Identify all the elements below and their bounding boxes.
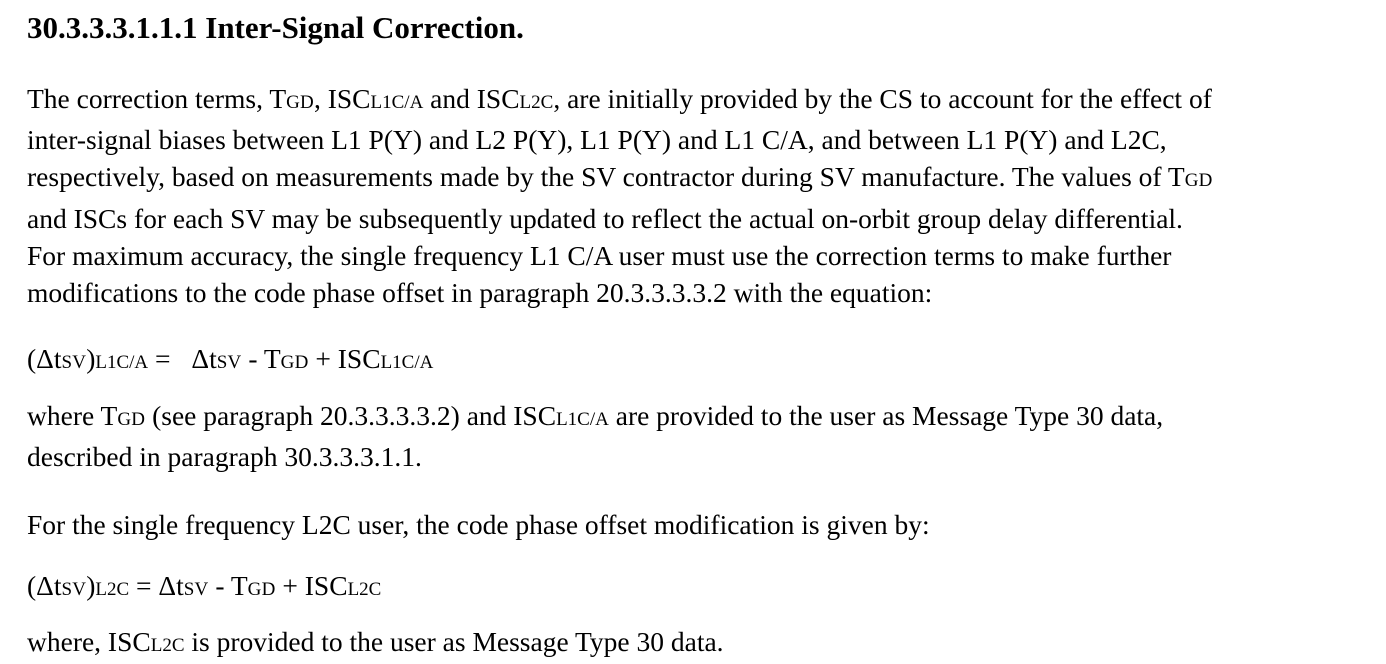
paragraph-where-isc-l2c: where, ISCL2C is provided to the user as… [27,623,1347,664]
paragraph-correction-terms: The correction terms, TGD, ISCL1C/A and … [27,80,1347,311]
paragraph-line: where TGD (see paragraph 20.3.3.3.3.2) a… [27,400,1164,431]
paragraph-line: where, ISCL2C is provided to the user as… [27,626,724,657]
paragraph-l2c-user: For the single frequency L2C user, the c… [27,506,1347,543]
paragraph-line: respectively, based on measurements made… [27,161,1213,193]
equation-l1ca: (ΔtSV)L1C/A = ΔtSV - TGD + ISCL1C/A [27,343,434,374]
paragraph-line: and ISCs for each SV may be subsequently… [27,202,1183,234]
paragraph-line: For maximum accuracy, the single frequen… [27,239,1172,271]
paragraph-line: modifications to the code phase offset i… [27,277,933,309]
section-heading: 30.3.3.3.1.1.1 Inter-Signal Correction. [27,10,524,45]
paragraph-line: The correction terms, TGD, ISCL1C/A and … [27,83,1212,114]
paragraph-line: inter-signal biases between L1 P(Y) and … [27,124,1167,156]
paragraph-line: For the single frequency L2C user, the c… [27,509,930,540]
paragraph-where-tgd: where TGD (see paragraph 20.3.3.3.3.2) a… [27,397,1347,475]
equation-l2c: (ΔtSV)L2C = ΔtSV - TGD + ISCL2C [27,570,382,601]
paragraph-line: described in paragraph 30.3.3.3.1.1. [27,441,422,473]
